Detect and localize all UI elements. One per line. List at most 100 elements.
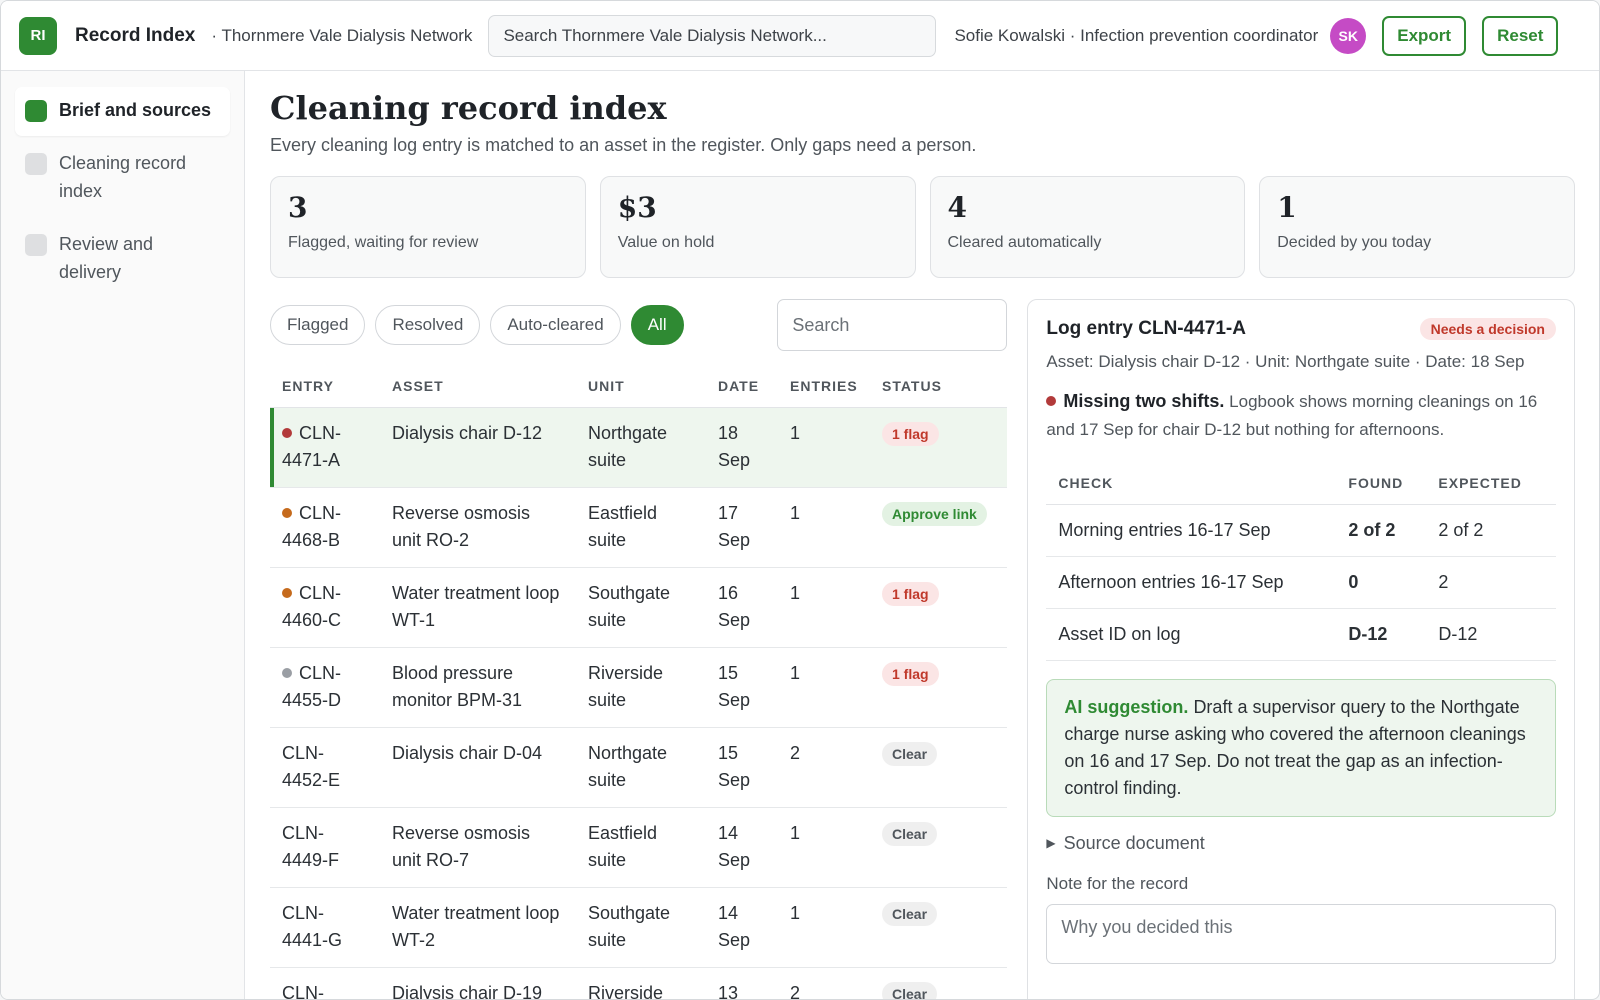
priority-dot-icon <box>282 507 292 518</box>
table-row[interactable]: CLN-4449-F Reverse osmosis unit RO-7 Eastf… <box>270 807 1008 888</box>
list-search-input[interactable] <box>777 299 1008 351</box>
check-found: 0 <box>1336 556 1427 609</box>
status-badge: Clear <box>882 981 938 999</box>
status-badge: 1 flag <box>882 581 939 606</box>
status-badge[interactable]: Approve link <box>882 501 987 526</box>
date-cell: 13 <box>706 967 778 999</box>
column-header-status[interactable]: STATUS <box>870 365 1008 408</box>
filter-flagged[interactable]: Flagged <box>270 305 366 345</box>
table-row[interactable]: CLN- Dialysis chair D-19 Riverside 13 2 Clear <box>270 967 1008 999</box>
stat-card-flagged: 3 Flagged, waiting for review <box>270 176 586 278</box>
table-row[interactable]: CLN-4452-E Dialysis chair D-04 Northgate s… <box>270 727 1008 808</box>
record-list: Flagged Resolved Auto-cleared All ENTRY … <box>270 299 1008 999</box>
table-row[interactable]: CLN-4468-B Reverse osmosis unit RO-2 Eastf… <box>270 487 1008 568</box>
asset-cell: Water treatment loop WT-1 <box>380 567 576 648</box>
status-cell: 1 flag <box>870 647 1008 728</box>
column-header-asset[interactable]: ASSET <box>380 365 576 408</box>
app-window: RI Record Index · Thornmere Vale Dialysi… <box>0 0 1600 1000</box>
stat-label: Decided by you today <box>1277 234 1432 251</box>
source-document-toggle[interactable]: ▶ Source document <box>1046 833 1556 854</box>
sidebar: Brief and sources Cleaning record index … <box>1 71 245 999</box>
entry-id: CLN-4449-F <box>282 822 340 870</box>
filter-bar: Flagged Resolved Auto-cleared All <box>270 299 1008 351</box>
table-row[interactable]: CLN-4471-A Dialysis chair D-12 Northgate s… <box>270 407 1008 488</box>
entry-cell: CLN- <box>270 967 380 999</box>
ai-suggestion-label: AI suggestion. <box>1064 696 1189 717</box>
entries-cell: 1 <box>778 487 870 568</box>
unit-cell: Riverside suite <box>576 647 706 728</box>
unit-cell: Southgate suite <box>576 567 706 648</box>
page-title: Cleaning record index <box>270 89 667 127</box>
note-input[interactable] <box>1046 903 1556 964</box>
unit-cell: Eastfield suite <box>576 807 706 888</box>
priority-dot-icon <box>282 587 292 598</box>
entries-cell: 1 <box>778 807 870 888</box>
column-header-expected: EXPECTED <box>1426 462 1556 505</box>
stat-card-decided: 1 Decided by you today <box>1259 176 1575 278</box>
flag-dot-icon <box>1046 396 1057 406</box>
asset-cell: Dialysis chair D-19 <box>380 967 576 999</box>
asset-cell: Dialysis chair D-12 <box>380 407 576 488</box>
org-name: · Thornmere Vale Dialysis Network <box>211 25 473 45</box>
column-header-entries[interactable]: ENTRIES <box>778 365 870 408</box>
sidebar-item-review-and-delivery[interactable]: Review and delivery <box>15 221 230 298</box>
stat-value: 3 <box>288 191 308 224</box>
disclosure-triangle-icon: ▶ <box>1046 835 1056 850</box>
filter-resolved[interactable]: Resolved <box>375 305 481 345</box>
sidebar-item-brief-and-sources[interactable]: Brief and sources <box>15 87 230 136</box>
entry-cell: CLN-4452-E <box>270 727 380 808</box>
check-row: Asset ID on log D-12 D-12 <box>1046 608 1556 661</box>
global-search-input[interactable] <box>488 14 937 57</box>
reset-button[interactable]: Reset <box>1482 15 1559 56</box>
asset-cell: Blood pressure monitor BPM-31 <box>380 647 576 728</box>
table-row[interactable]: CLN-4441-G Water treatment loop WT-2 South… <box>270 887 1008 968</box>
checks-header-row: CHECK FOUND EXPECTED <box>1046 462 1556 505</box>
table-row[interactable]: CLN-4455-D Blood pressure monitor BPM-31 R… <box>270 647 1008 728</box>
unit-cell: Riverside <box>576 967 706 999</box>
filter-all[interactable]: All <box>630 305 684 345</box>
date-cell: 16 Sep <box>706 567 778 648</box>
sidebar-item-cleaning-record-index[interactable]: Cleaning record index <box>15 140 230 217</box>
column-header-entry[interactable]: ENTRY <box>270 365 380 408</box>
filter-auto-cleared[interactable]: Auto-cleared <box>490 305 621 345</box>
avatar[interactable]: SK <box>1330 17 1367 54</box>
column-header-date[interactable]: DATE <box>706 365 778 408</box>
check-found: D-12 <box>1336 608 1427 661</box>
content-area: Flagged Resolved Auto-cleared All ENTRY … <box>270 299 1575 999</box>
entries-cell: 1 <box>778 647 870 728</box>
date-cell: 14 Sep <box>706 807 778 888</box>
panel-meta: Asset: Dialysis chair D-12 · Unit: North… <box>1046 352 1525 371</box>
entries-cell: 2 <box>778 727 870 808</box>
panel-title: Log entry CLN-4471-A <box>1046 318 1246 339</box>
source-document-label: Source document <box>1063 832 1205 853</box>
ai-suggestion: AI suggestion. Draft a supervisor query … <box>1046 678 1556 817</box>
table-row[interactable]: CLN-4460-C Water treatment loop WT-1 South… <box>270 567 1008 648</box>
user-name: Sofie Kowalski · Infection prevention co… <box>954 25 1319 45</box>
check-expected: 2 <box>1426 556 1556 609</box>
check-row: Afternoon entries 16-17 Sep 0 2 <box>1046 556 1556 609</box>
status-cell: 1 flag <box>870 407 1008 488</box>
check-found: 2 of 2 <box>1336 504 1427 557</box>
main-content: Cleaning record index Every cleaning log… <box>246 71 1599 999</box>
status-cell: Clear <box>870 727 1008 808</box>
asset-cell: Reverse osmosis unit RO-2 <box>380 487 576 568</box>
stat-card-value-on-hold: $3 Value on hold <box>599 176 916 278</box>
stat-label: Value on hold <box>617 234 715 251</box>
column-header-unit[interactable]: UNIT <box>576 365 706 408</box>
export-button[interactable]: Export <box>1382 15 1467 56</box>
unit-cell: Eastfield suite <box>576 487 706 568</box>
status-cell: 1 flag <box>870 567 1008 648</box>
checks-table: CHECK FOUND EXPECTED Morning entries 16-… <box>1046 462 1556 661</box>
status-badge: 1 flag <box>882 421 939 446</box>
date-cell: 14 Sep <box>706 887 778 968</box>
date-cell: 18 Sep <box>706 407 778 488</box>
entry-id: CLN-4452-E <box>282 742 341 790</box>
sidebar-item-label: Review and delivery <box>59 234 154 282</box>
stat-label: Flagged, waiting for review <box>288 234 479 251</box>
unit-cell: Northgate suite <box>576 407 706 488</box>
entries-cell: 1 <box>778 407 870 488</box>
step-status-icon <box>25 234 47 256</box>
sidebar-item-label: Brief and sources <box>59 100 212 120</box>
entry-cell: CLN-4468-B <box>270 487 380 568</box>
app-logo: RI <box>19 16 57 55</box>
